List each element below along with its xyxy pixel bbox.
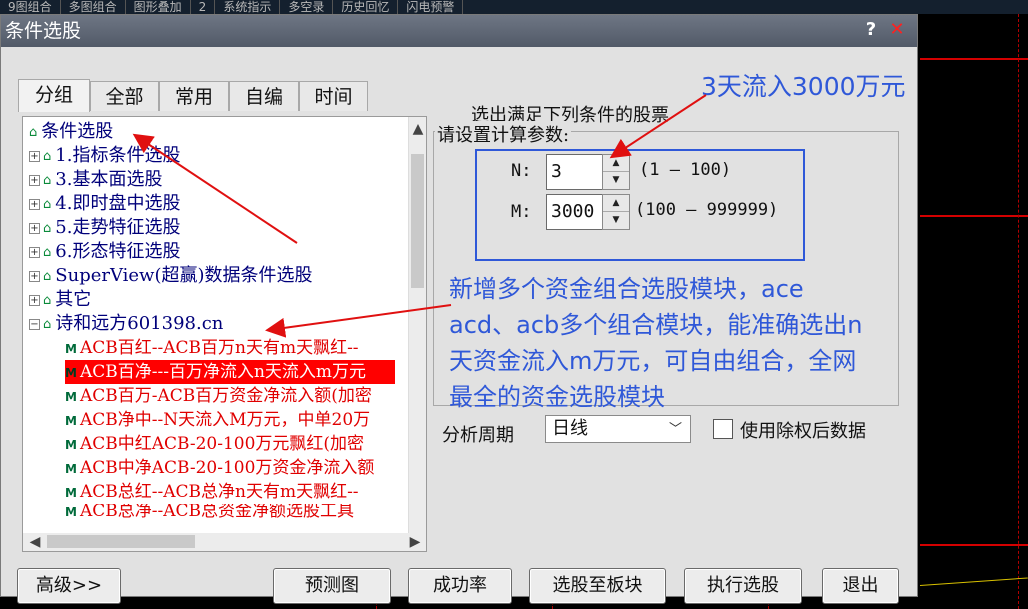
chart-line [920, 215, 1028, 217]
collapse-icon[interactable]: − [29, 318, 40, 330]
tree-group-item[interactable]: + ⌂ 6.形态特征选股 [29, 240, 180, 264]
expand-icon[interactable]: + [29, 198, 40, 210]
dialog-titlebar[interactable]: 条件选股 ? ✕ [1, 15, 917, 47]
home-icon: ⌂ [43, 317, 52, 332]
toolbar-item[interactable]: 历史回忆 [333, 0, 399, 14]
annotation-body: 新增多个资金组合选股模块，ace acd、acb多个组合模块，能准确选出n天资金… [449, 275, 863, 411]
formula-item[interactable]: M ACB中红ACB-20-100万元飘红(加密 [65, 432, 395, 456]
annotation-top: 3天流入3000万元 [701, 72, 906, 101]
chart-line [920, 544, 1028, 546]
home-icon: ⌂ [43, 173, 52, 188]
home-icon: ⌂ [43, 221, 52, 236]
formula-item[interactable]: M ACB净中--N天流入M万元，中单20万 [65, 408, 395, 432]
adjusted-data-checkbox[interactable] [713, 419, 733, 439]
success-rate-button[interactable]: 成功率 [408, 568, 512, 604]
formula-item[interactable]: M ACB百万-ACB百万资金净流入额(加密 [65, 384, 395, 408]
select-to-board-button[interactable]: 选股至板块 [529, 568, 666, 604]
app-toolbar: 9图组合 多图组合 图形叠加 2 系统指示 多空录 历史回忆 闪电预警 [0, 0, 1028, 14]
chart-line [920, 58, 1028, 60]
expand-icon[interactable]: + [29, 246, 40, 258]
period-value: 日线 [552, 418, 588, 439]
tree-group-item-expanded[interactable]: − ⌂ 诗和远方601398.cn [29, 312, 223, 336]
tree-root[interactable]: ⌂ 条件选股 [29, 120, 113, 144]
expand-icon[interactable]: + [29, 294, 40, 306]
expand-icon[interactable]: + [29, 222, 40, 234]
scroll-right-icon[interactable]: ▶ [407, 534, 423, 550]
scroll-left-icon[interactable]: ◀ [27, 534, 43, 550]
formula-icon: M [65, 414, 77, 428]
execute-button[interactable]: 执行选股 [684, 568, 802, 604]
scroll-thumb[interactable] [411, 154, 424, 288]
home-icon: ⌂ [43, 149, 52, 164]
exit-button[interactable]: 退出 [822, 568, 899, 604]
formula-item[interactable]: M ACB总红--ACB总净n天有m天飘红-- [65, 480, 395, 504]
toolbar-item[interactable]: 图形叠加 [126, 0, 191, 14]
expand-icon[interactable]: + [29, 174, 40, 186]
home-icon: ⌂ [43, 269, 52, 284]
formula-icon: M [65, 486, 77, 500]
home-icon: ⌂ [29, 125, 38, 140]
home-icon: ⌂ [43, 197, 52, 212]
chart-line [919, 577, 1028, 586]
formula-icon: M [65, 342, 77, 356]
condition-stock-selection-dialog: 条件选股 ? ✕ 分组 全部 常用 自编 时间 ⌂ 条件选股 + ⌂ 1.指标条件选股… [0, 14, 918, 604]
toolbar-item[interactable]: 2 [191, 0, 216, 14]
home-icon: ⌂ [43, 245, 52, 260]
period-select[interactable]: 日线 ﹀ [545, 415, 691, 443]
formula-icon: M [65, 505, 77, 518]
expand-icon[interactable]: + [29, 150, 40, 162]
formula-icon: M [65, 366, 77, 380]
toolbar-item[interactable]: 系统指示 [215, 0, 281, 14]
highlight-box [475, 149, 805, 261]
period-label: 分析周期 [442, 425, 514, 446]
scroll-up-icon[interactable]: ▲ [410, 121, 426, 137]
tree-group-item[interactable]: + ⌂ 其它 [29, 288, 91, 312]
tree-group-item[interactable]: + ⌂ 4.即时盘中选股 [29, 192, 180, 216]
advanced-button[interactable]: 高级>> [17, 568, 121, 604]
tab-time[interactable]: 时间 [299, 81, 368, 111]
help-button[interactable]: ? [859, 21, 883, 41]
tree-group-item[interactable]: + ⌂ SuperView(超赢)数据条件选股 [29, 264, 313, 288]
home-icon: ⌂ [43, 293, 52, 308]
toolbar-item[interactable]: 闪电预警 [398, 0, 464, 14]
dialog-title: 条件选股 [5, 20, 82, 42]
formula-item[interactable]: M ACB百红--ACB百万n天有m天飘红-- [65, 336, 395, 360]
toolbar-item[interactable]: 9图组合 [0, 0, 61, 14]
tab-common[interactable]: 常用 [159, 81, 229, 111]
chart-grid-line [1018, 14, 1019, 609]
expand-icon[interactable]: + [29, 270, 40, 282]
tab-custom[interactable]: 自编 [229, 81, 299, 111]
chevron-down-icon: ﹀ [668, 422, 682, 437]
tab-all[interactable]: 全部 [90, 81, 159, 111]
tree-group-item[interactable]: + ⌂ 3.基本面选股 [29, 168, 162, 192]
adjusted-data-label: 使用除权后数据 [740, 421, 866, 442]
close-button[interactable]: ✕ [885, 21, 909, 41]
formula-item-selected[interactable]: M ACB百净---百万净流入n天流入m万元 [65, 360, 395, 384]
scroll-thumb[interactable] [47, 535, 195, 548]
tree-horizontal-scrollbar[interactable]: ◀ ▶ [23, 533, 426, 551]
formula-icon: M [65, 462, 77, 476]
param-group-label: 请设置计算参数: [435, 121, 572, 147]
formula-item[interactable]: M ACB中净ACB-20-100万资金净流入额 [65, 456, 395, 480]
tree-group-item[interactable]: + ⌂ 1.指标条件选股 [29, 144, 180, 168]
tree-vertical-scrollbar[interactable]: ▲ [408, 117, 426, 535]
toolbar-item[interactable]: 多图组合 [61, 0, 126, 14]
tree-group-item[interactable]: + ⌂ 5.走势特征选股 [29, 216, 180, 240]
forecast-button[interactable]: 预测图 [273, 568, 391, 604]
formula-item[interactable]: M ACB总净--ACB总资金净额选股工具 [65, 504, 395, 518]
tab-group[interactable]: 分组 [18, 79, 90, 112]
formula-icon: M [65, 438, 77, 452]
toolbar-item[interactable]: 多空录 [280, 0, 334, 14]
condition-tree: ⌂ 条件选股 + ⌂ 1.指标条件选股 + ⌂ 3.基本面选股 + ⌂ 4.即时盘中选股 + ⌂… [22, 116, 427, 552]
formula-icon: M [65, 390, 77, 404]
